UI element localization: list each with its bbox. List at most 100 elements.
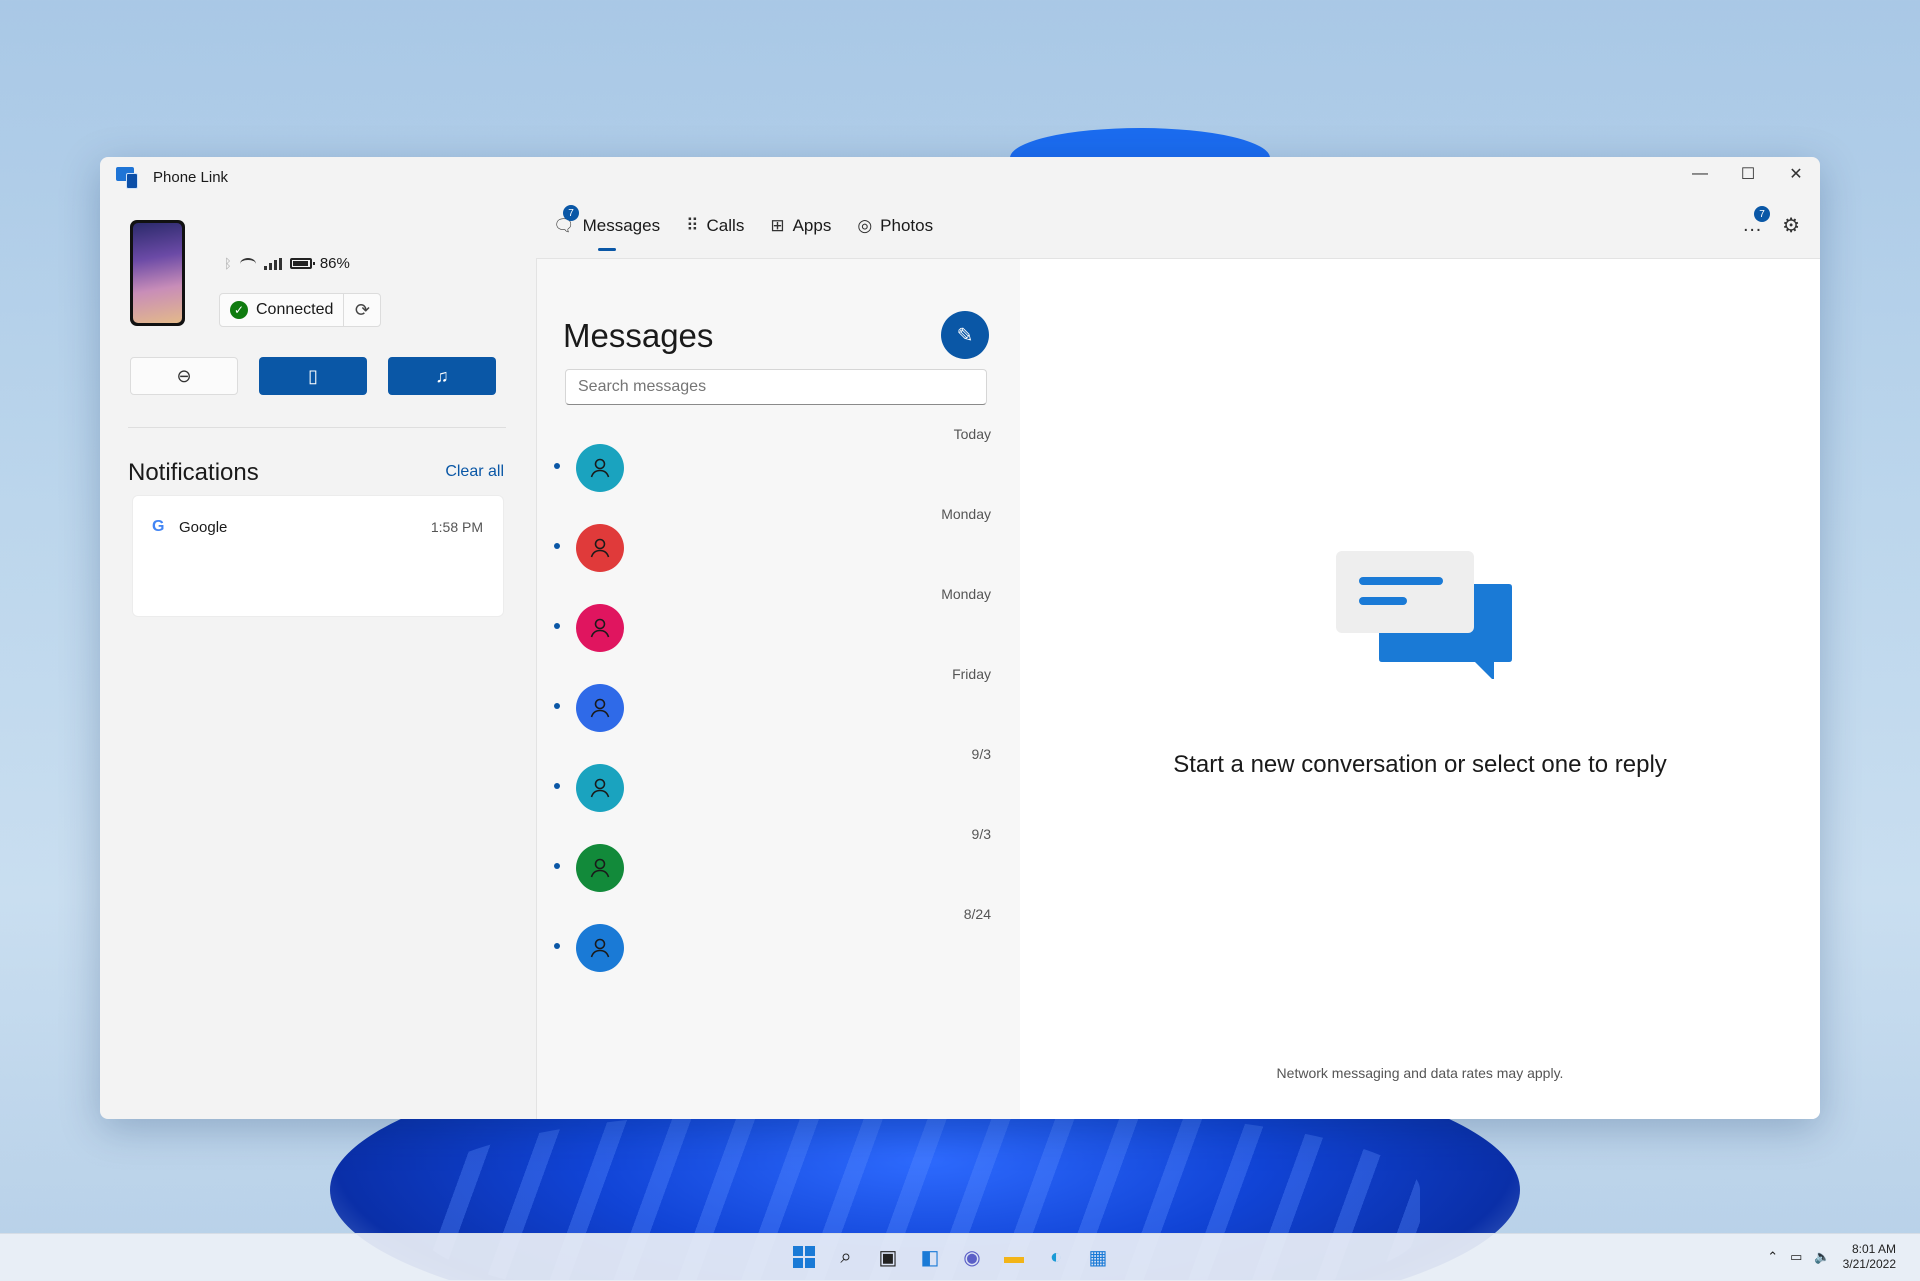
- tab-calls[interactable]: ⠿ Calls: [686, 209, 744, 243]
- clock[interactable]: 8:01 AM 3/21/2022: [1843, 1242, 1896, 1272]
- conversation-list-panel: Messages ✎ Today Monday Monday Friday 9/3 9/3…: [536, 258, 1020, 1119]
- chevron-up-icon[interactable]: ⌃: [1767, 1249, 1778, 1265]
- widgets-button[interactable]: ◧: [916, 1244, 944, 1270]
- contact-avatar: [576, 924, 624, 972]
- refresh-button[interactable]: ⟳: [344, 294, 380, 326]
- dialpad-icon: ⠿: [686, 216, 699, 235]
- conversation-date: 9/3: [971, 746, 991, 762]
- messages-heading: Messages: [563, 317, 714, 354]
- wifi-icon: [239, 257, 256, 270]
- do-not-disturb-button[interactable]: ⊖: [130, 357, 238, 395]
- edge-button[interactable]: ◐: [1042, 1244, 1070, 1270]
- store-icon: ▦: [1088, 1246, 1108, 1269]
- maximize-button[interactable]: ☐: [1724, 157, 1772, 191]
- silent-mode-button[interactable]: ▯: [259, 357, 367, 395]
- notification-app-name: Google: [179, 519, 228, 536]
- search-messages-input[interactable]: [565, 369, 987, 405]
- unread-dot: [554, 863, 560, 869]
- conversation-date: 9/3: [971, 826, 991, 842]
- chat-bubbles-illustration: [1336, 551, 1512, 679]
- chat-camera-icon: ◉: [963, 1246, 981, 1269]
- apps-grid-icon: ⊞: [770, 216, 785, 235]
- more-badge: 7: [1754, 206, 1771, 222]
- tab-label: Calls: [706, 216, 745, 235]
- search-icon: ⌕: [840, 1245, 852, 1268]
- phone-vibrate-icon: ▯: [308, 365, 318, 386]
- notification-card[interactable]: G Google 1:58 PM: [132, 495, 504, 617]
- conversation-date: Monday: [941, 586, 991, 602]
- music-note-icon: ♫: [435, 365, 449, 386]
- network-icon[interactable]: ▭: [1790, 1249, 1802, 1265]
- windows-icon: [793, 1246, 815, 1268]
- clock-time: 8:01 AM: [1851, 1242, 1896, 1256]
- taskbar: ⌕ ▣ ◧ ◉ ▬ ◐ ▦ ⌃ ▭ 🔈 8:01 AM 3/21/2022: [0, 1233, 1920, 1281]
- tab-label: Messages: [582, 216, 661, 235]
- tab-messages[interactable]: 🗨 7 Messages: [553, 205, 661, 251]
- file-explorer-button[interactable]: ▬: [1000, 1244, 1028, 1270]
- phone-link-app-icon: [116, 167, 138, 189]
- battery-icon: [289, 258, 315, 269]
- conversation-pane: Start a new conversation or select one t…: [1020, 258, 1820, 1119]
- teams-chat-button[interactable]: ◉: [958, 1244, 986, 1270]
- start-button[interactable]: [790, 1244, 818, 1270]
- compose-icon: ✎: [956, 324, 974, 347]
- search-button[interactable]: ⌕: [832, 1244, 860, 1270]
- contact-avatar: [576, 844, 624, 892]
- connection-label: Connected: [256, 301, 334, 318]
- clear-all-link[interactable]: Clear all: [445, 463, 504, 481]
- window-title: Phone Link: [153, 169, 229, 186]
- tab-photos[interactable]: ◎ Photos: [857, 209, 933, 243]
- conversation-date: Today: [953, 426, 991, 442]
- phone-link-window: Phone Link — ☐ ✕ ᛒ 86% ✓ Connected ⟳ ⊖ ▯…: [100, 157, 1820, 1119]
- contact-avatar: [576, 684, 624, 732]
- person-icon: [590, 858, 610, 878]
- person-icon: [590, 938, 610, 958]
- media-button[interactable]: ♫: [388, 357, 496, 395]
- unread-dot: [554, 463, 560, 469]
- new-message-button[interactable]: ✎: [941, 311, 989, 359]
- more-options-button[interactable]: … 7: [1740, 206, 1771, 237]
- minimize-button[interactable]: —: [1676, 157, 1724, 191]
- taskbar-apps: ⌕ ▣ ◧ ◉ ▬ ◐ ▦: [790, 1244, 1112, 1270]
- check-icon: ✓: [230, 301, 248, 319]
- tab-label: Apps: [792, 216, 832, 235]
- unread-dot: [554, 703, 560, 709]
- person-icon: [590, 538, 610, 558]
- store-button[interactable]: ▦: [1084, 1244, 1112, 1270]
- conversation-date: Friday: [952, 666, 991, 682]
- system-tray: ⌃ ▭ 🔈 8:01 AM 3/21/2022: [1767, 1242, 1896, 1272]
- phone-image: [130, 220, 185, 326]
- unread-dot: [554, 783, 560, 789]
- clock-date: 3/21/2022: [1842, 1257, 1896, 1271]
- notifications-heading: Notifications: [128, 459, 259, 486]
- task-view-button[interactable]: ▣: [874, 1244, 902, 1270]
- person-icon: [590, 698, 610, 718]
- volume-icon[interactable]: 🔈: [1814, 1249, 1830, 1265]
- tab-apps[interactable]: ⊞ Apps: [770, 209, 831, 243]
- close-button[interactable]: ✕: [1772, 157, 1820, 191]
- unread-dot: [554, 543, 560, 549]
- gear-icon: ⚙: [1782, 215, 1800, 237]
- conversation-item[interactable]: 8/24: [537, 899, 1021, 997]
- conversation-date: 8/24: [963, 906, 991, 922]
- edge-icon: ◐: [1049, 1245, 1063, 1268]
- connected-indicator: ✓ Connected: [220, 294, 345, 326]
- notification-time: 1:58 PM: [430, 519, 483, 535]
- cellular-signal-icon: [263, 257, 282, 270]
- tab-label: Photos: [880, 216, 934, 235]
- person-icon: [590, 458, 610, 478]
- photos-icon: ◎: [857, 216, 873, 235]
- google-icon: G: [152, 518, 165, 535]
- folder-icon: ▬: [1004, 1245, 1024, 1268]
- battery-percent: 86%: [319, 255, 350, 272]
- contact-avatar: [576, 604, 624, 652]
- title-bar[interactable]: Phone Link — ☐ ✕: [100, 157, 1820, 197]
- settings-button[interactable]: ⚙: [1782, 213, 1800, 238]
- device-status-row: ᛒ 86%: [224, 255, 350, 272]
- person-icon: [590, 618, 610, 638]
- connection-status: ✓ Connected ⟳: [219, 293, 382, 327]
- conversation-date: Monday: [941, 506, 991, 522]
- sidebar-divider: [128, 427, 506, 428]
- task-view-icon: ▣: [878, 1246, 898, 1269]
- header-actions: … 7 ⚙: [1740, 206, 1800, 238]
